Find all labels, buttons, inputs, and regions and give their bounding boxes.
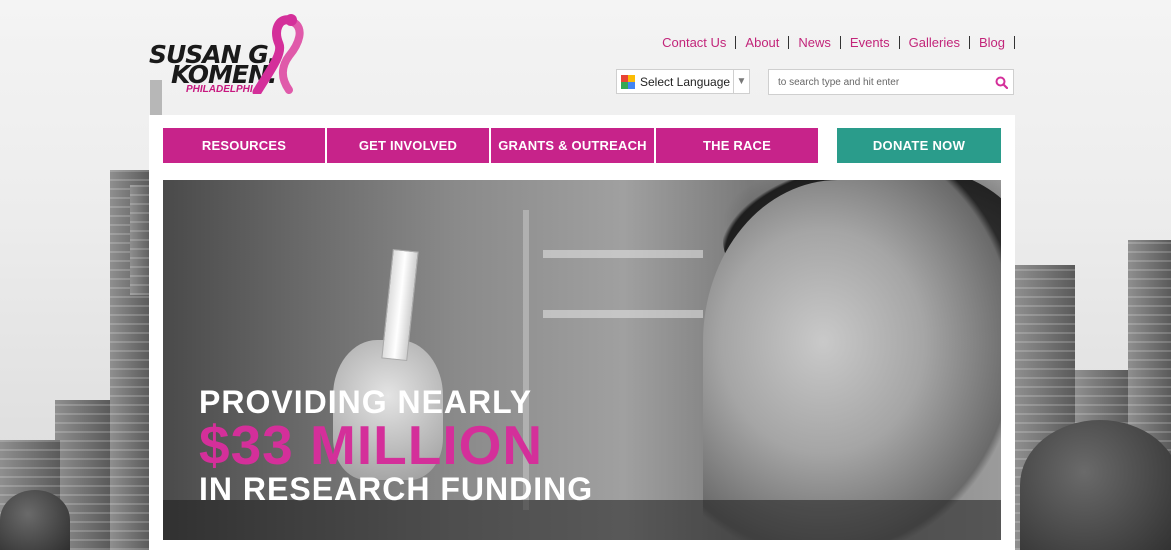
hero-photo-researcher [703,180,1001,540]
nav-get-involved[interactable]: GET INVOLVED [327,128,489,163]
page-container: SUSAN G. KOMEN. PHILADELPHIA Contact Us … [149,0,1015,550]
search-icon[interactable] [989,76,1013,89]
hero-headline: PROVIDING NEARLY $33 MILLION IN RESEARCH… [199,386,593,505]
search-box [768,69,1014,95]
link-contact-us[interactable]: Contact Us [662,36,737,49]
komen-logo[interactable]: SUSAN G. KOMEN. PHILADELPHIA [149,14,319,96]
language-select-label: Select Language [640,74,731,89]
link-events[interactable]: Events [841,36,900,49]
pink-ribbon-icon [252,14,304,94]
hero-banner[interactable]: PROVIDING NEARLY $33 MILLION IN RESEARCH… [163,180,1001,540]
main-nav: RESOURCES GET INVOLVED GRANTS & OUTREACH… [163,128,820,163]
chevron-down-icon[interactable]: ▼ [733,70,749,93]
nav-grants-outreach[interactable]: GRANTS & OUTREACH [491,128,654,163]
hero-line3: IN RESEARCH FUNDING [199,471,594,507]
search-input[interactable] [769,70,989,94]
language-select[interactable]: Select Language ▼ [616,69,750,94]
link-about[interactable]: About [736,36,790,49]
nav-resources[interactable]: RESOURCES [163,128,325,163]
link-blog[interactable]: Blog [970,36,1015,49]
top-links: Contact Us About News Events Galleries B… [662,36,1015,49]
hero-line2: $33 MILLION [199,414,544,476]
google-translate-icon [621,74,635,89]
link-news[interactable]: News [789,36,841,49]
nav-the-race[interactable]: THE RACE [656,128,818,163]
link-galleries[interactable]: Galleries [900,36,970,49]
donate-now-button[interactable]: DONATE NOW [837,128,1001,163]
